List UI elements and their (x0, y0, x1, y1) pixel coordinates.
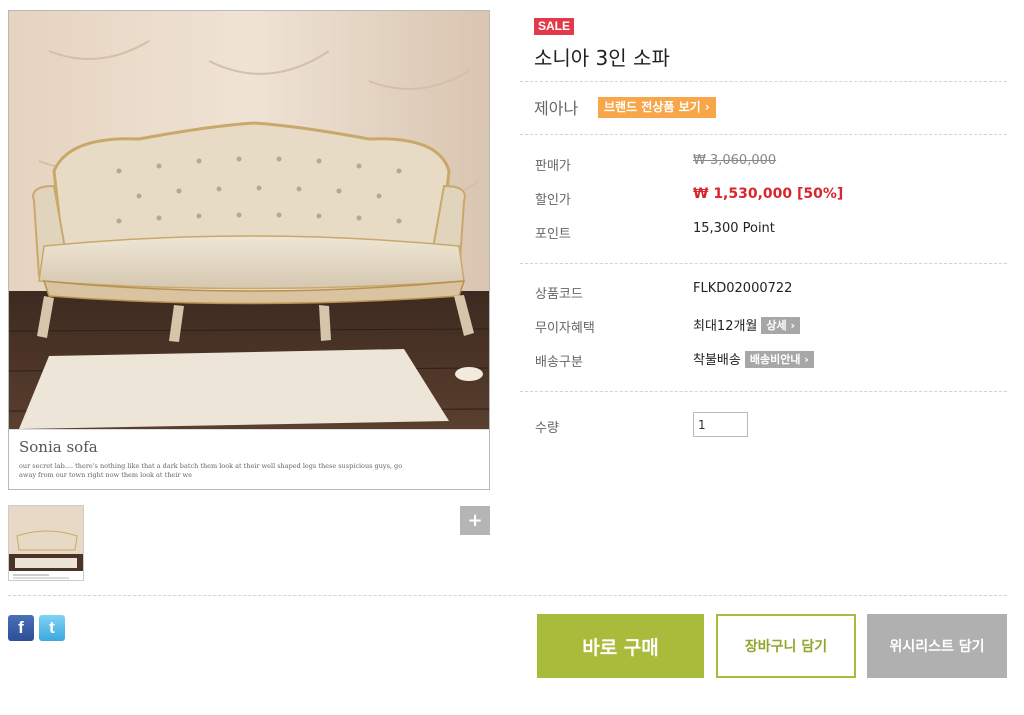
product-code-label: 상품코드 (535, 287, 583, 302)
twitter-icon[interactable]: t (39, 615, 65, 641)
shipping-info-button[interactable]: 배송비안내 › (744, 351, 814, 368)
image-caption: Sonia sofa our secret lab.... there's no… (9, 429, 489, 489)
installment-value: 최대12개월 (693, 319, 758, 334)
divider (520, 391, 1007, 392)
shipping-info: 착불배송 배송비안내 › (693, 349, 814, 368)
installment-label: 무이자혜택 (535, 321, 595, 336)
shipping-value: 착불배송 (693, 353, 741, 368)
caption-text: our secret lab.... there's nothing like … (19, 462, 403, 479)
caption-title: Sonia sofa (19, 438, 98, 456)
installment-info: 최대12개월 상세 › (693, 315, 800, 334)
product-title: 소니아 3인 소파 (534, 46, 670, 70)
point-label: 포인트 (535, 227, 571, 242)
divider (8, 595, 1007, 596)
main-product-image: Sonia sofa our secret lab.... there's no… (8, 10, 490, 490)
shipping-label: 배송구분 (535, 355, 583, 370)
sale-price-label: 할인가 (535, 193, 571, 208)
sofa-photo (9, 11, 489, 429)
sale-badge: SALE (534, 18, 575, 35)
social-share: f t (8, 615, 65, 641)
facebook-icon[interactable]: f (8, 615, 34, 641)
list-price-label: 판매가 (535, 159, 571, 174)
product-code: FLKD02000722 (693, 281, 793, 296)
sale-price: ₩ 1,530,000 [50%] (693, 186, 844, 202)
add-to-cart-button[interactable]: 장바구니 담기 (716, 614, 856, 678)
divider (520, 81, 1007, 82)
brand-name: 제아나 (534, 99, 579, 118)
zoom-plus-button[interactable]: + (460, 506, 490, 535)
thumbnail-image[interactable] (8, 505, 84, 581)
quantity-label: 수량 (535, 421, 559, 436)
divider (520, 263, 1007, 264)
brand-all-products-button[interactable]: 브랜드 전상품 보기 › (598, 97, 716, 118)
buy-now-button[interactable]: 바로 구매 (537, 614, 704, 678)
installment-detail-button[interactable]: 상세 › (761, 317, 800, 334)
list-price: ₩ 3,060,000 (693, 153, 777, 168)
point-value: 15,300 Point (693, 221, 775, 236)
add-to-wishlist-button[interactable]: 위시리스트 담기 (867, 614, 1007, 678)
divider (520, 134, 1007, 135)
quantity-input[interactable] (693, 412, 748, 437)
